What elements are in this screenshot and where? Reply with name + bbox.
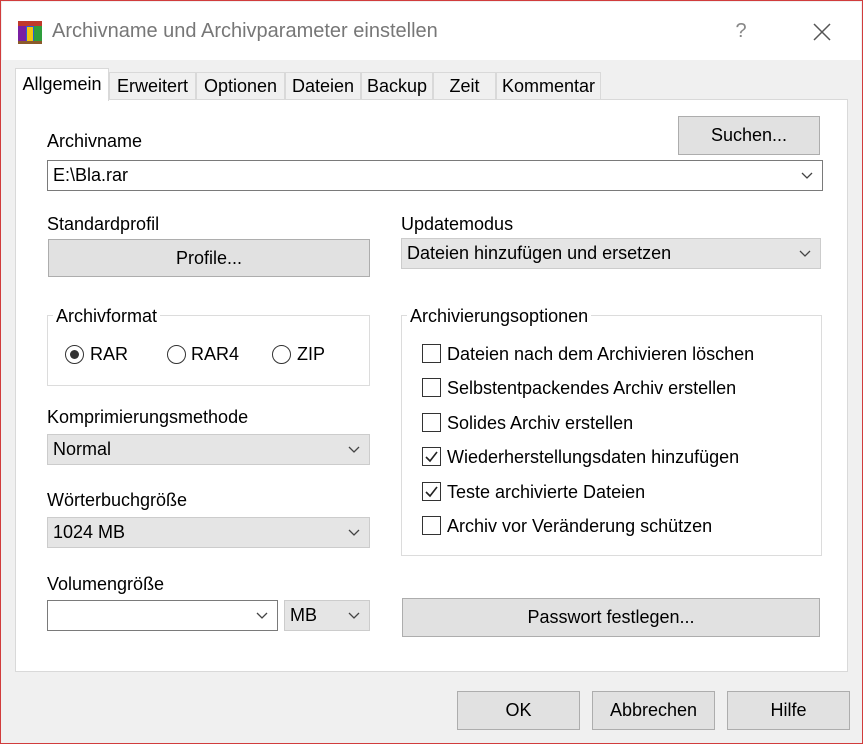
lock-archive-label: Archiv vor Veränderung schützen <box>447 516 713 536</box>
archiving-options-title: Archivierungsoptionen <box>407 306 592 327</box>
chevron-down-icon <box>801 172 813 179</box>
profiles-button[interactable]: Profile... <box>48 239 370 277</box>
checkmark-icon <box>425 486 438 498</box>
chevron-down-icon <box>348 529 360 536</box>
tab-zeit[interactable]: Zeit <box>433 72 496 100</box>
test-files-label: Teste archivierte Dateien <box>447 482 646 502</box>
self-extracting-label: Selbstentpackendes Archiv erstellen <box>447 378 737 398</box>
archive-name-value: E:\Bla.rar <box>53 165 129 185</box>
format-rar4-radio[interactable] <box>167 345 186 364</box>
title-bar: Archivname und Archivparameter einstelle… <box>2 2 861 60</box>
tab-optionen[interactable]: Optionen <box>196 72 285 100</box>
chevron-down-icon <box>348 612 360 619</box>
tab-kommentar[interactable]: Kommentar <box>496 72 601 100</box>
cancel-button[interactable]: Abbrechen <box>592 691 715 730</box>
delete-after-archiving-label: Dateien nach dem Archivieren löschen <box>447 344 755 364</box>
tab-allgemein[interactable]: Allgemein <box>15 68 109 101</box>
browse-button[interactable]: Suchen... <box>678 116 820 155</box>
tab-panel-allgemein: Archivname Suchen... E:\Bla.rar Standard… <box>15 99 848 672</box>
default-profile-label: Standardprofil <box>47 214 160 234</box>
format-rar-label: RAR <box>90 344 129 364</box>
archive-name-combobox[interactable]: E:\Bla.rar <box>47 160 823 191</box>
delete-after-archiving-checkbox[interactable] <box>422 344 441 363</box>
volume-unit-dropdown[interactable]: MB <box>284 600 370 631</box>
volume-unit-value: MB <box>290 605 317 625</box>
compression-method-value: Normal <box>53 439 112 459</box>
solid-archive-label: Solides Archiv erstellen <box>447 413 634 433</box>
compression-method-dropdown[interactable]: Normal <box>47 434 370 465</box>
dictionary-size-dropdown[interactable]: 1024 MB <box>47 517 370 548</box>
update-mode-dropdown[interactable]: Dateien hinzufügen und ersetzen <box>401 238 821 269</box>
ok-button[interactable]: OK <box>457 691 580 730</box>
format-rar4-label: RAR4 <box>191 344 240 364</box>
archive-name-label: Archivname <box>47 131 143 151</box>
recovery-record-checkbox[interactable] <box>422 447 441 466</box>
tab-dateien[interactable]: Dateien <box>285 72 361 100</box>
chevron-down-icon <box>256 612 268 619</box>
format-zip-label: ZIP <box>297 344 326 364</box>
update-mode-value: Dateien hinzufügen und ersetzen <box>407 243 672 263</box>
winrar-app-icon <box>18 21 42 44</box>
chevron-down-icon <box>799 250 811 257</box>
dialog-window: Archivname und Archivparameter einstelle… <box>0 0 863 744</box>
checkmark-icon <box>425 451 438 463</box>
title-help-button[interactable]: ? <box>729 16 753 46</box>
volume-size-label: Volumengröße <box>47 574 165 594</box>
tab-backup[interactable]: Backup <box>361 72 433 100</box>
close-icon[interactable] <box>808 18 836 46</box>
set-password-button[interactable]: Passwort festlegen... <box>402 598 820 637</box>
volume-size-combobox[interactable] <box>47 600 278 631</box>
dictionary-size-label: Wörterbuchgröße <box>47 490 188 510</box>
solid-archive-checkbox[interactable] <box>422 413 441 432</box>
compression-method-label: Komprimierungsmethode <box>47 407 249 427</box>
test-files-checkbox[interactable] <box>422 482 441 501</box>
help-button[interactable]: Hilfe <box>727 691 850 730</box>
self-extracting-checkbox[interactable] <box>422 378 441 397</box>
format-rar-radio[interactable] <box>65 345 84 364</box>
update-mode-label: Updatemodus <box>401 214 514 234</box>
archive-format-title: Archivformat <box>53 306 161 327</box>
recovery-record-label: Wiederherstellungsdaten hinzufügen <box>447 447 740 467</box>
lock-archive-checkbox[interactable] <box>422 516 441 535</box>
tab-erweitert[interactable]: Erweitert <box>109 72 196 100</box>
chevron-down-icon <box>348 446 360 453</box>
format-zip-radio[interactable] <box>272 345 291 364</box>
window-title: Archivname und Archivparameter einstelle… <box>52 20 438 42</box>
dictionary-size-value: 1024 MB <box>53 522 126 542</box>
